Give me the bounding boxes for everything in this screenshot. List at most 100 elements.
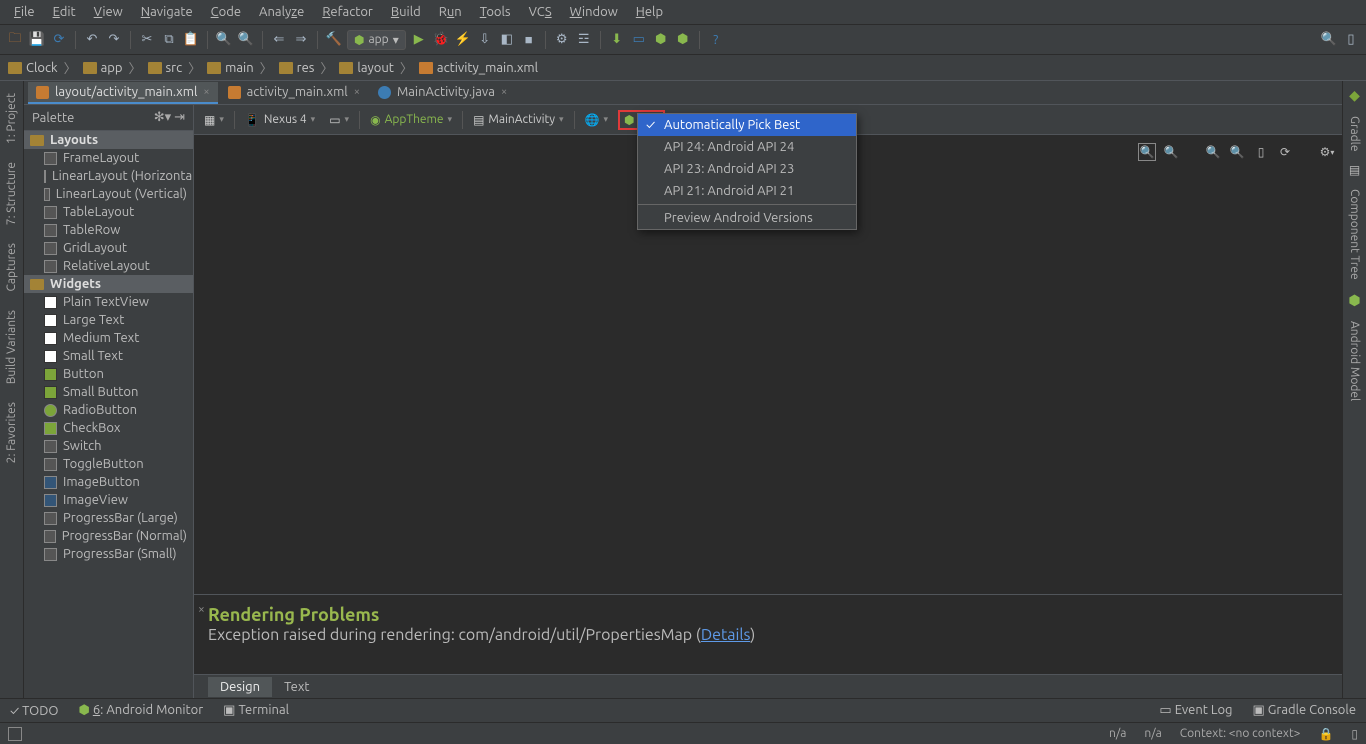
activity-dropdown[interactable]: ▤ MainActivity▾ [469, 111, 568, 129]
menu-analyze[interactable]: Analyze [251, 3, 312, 21]
make-icon[interactable]: 🔨 [325, 31, 343, 49]
help-icon[interactable]: ? [707, 31, 725, 49]
menu-refactor[interactable]: Refactor [314, 3, 381, 21]
search-icon[interactable]: 🔍 [1320, 31, 1338, 49]
palette-item[interactable]: ProgressBar (Large) [24, 509, 193, 527]
close-icon[interactable]: × [203, 86, 209, 98]
api-option-21[interactable]: API 21: Android API 21 [638, 180, 856, 202]
palette-item[interactable]: Plain TextView [24, 293, 193, 311]
back-icon[interactable]: ⇐ [270, 31, 288, 49]
toolwindow-gradle-console[interactable]: ▣ Gradle Console [1253, 703, 1356, 718]
apply-changes-icon[interactable]: ⚡ [454, 31, 472, 49]
lock-icon[interactable]: 🔒 [1318, 727, 1333, 741]
gradle-icon[interactable]: ◆ [1349, 87, 1360, 104]
api-option-23[interactable]: API 23: Android API 23 [638, 158, 856, 180]
menu-build[interactable]: Build [383, 3, 429, 21]
palette-item[interactable]: Small Button [24, 383, 193, 401]
theme-dropdown[interactable]: ◉ AppTheme▾ [366, 111, 456, 129]
api-option-auto[interactable]: Automatically Pick Best [638, 114, 856, 136]
close-icon[interactable]: × [198, 603, 205, 616]
toolwindow-gradle[interactable]: Gradle [1348, 110, 1361, 157]
stop-icon[interactable]: ■ [520, 31, 538, 49]
toolwindow-android-monitor[interactable]: ⬢ 6: Android Monitor [78, 703, 203, 718]
crumb-module[interactable]: app [83, 61, 123, 75]
close-icon[interactable]: × [354, 86, 360, 98]
tab-mainactivity-java[interactable]: MainActivity.java× [370, 82, 515, 104]
run-config-dropdown[interactable]: ⬢app ▾ [347, 30, 406, 50]
copy-icon[interactable]: ⧉ [160, 31, 178, 49]
sdk-manager-icon[interactable]: ⬇ [608, 31, 626, 49]
toolwindow-project[interactable]: 1: Project [5, 87, 18, 150]
palette-item[interactable]: Button [24, 365, 193, 383]
palette-item[interactable]: LinearLayout (Horizontal) [24, 167, 193, 185]
menu-edit[interactable]: Edit [45, 3, 84, 21]
save-icon[interactable]: 💾 [28, 31, 46, 49]
menu-tools[interactable]: Tools [472, 3, 519, 21]
device-dropdown[interactable]: 📱 Nexus 4▾ [241, 111, 319, 129]
toolwindow-build-variants[interactable]: Build Variants [5, 304, 18, 390]
open-icon[interactable]: 🗀 [6, 31, 24, 49]
menu-code[interactable]: Code [203, 3, 249, 21]
android-profiler-icon[interactable]: ⬢ [652, 31, 670, 49]
menu-view[interactable]: View [86, 3, 131, 21]
palette-item[interactable]: Small Text [24, 347, 193, 365]
crumb-project[interactable]: Clock [8, 61, 58, 75]
menu-vcs[interactable]: VCS [521, 3, 560, 21]
status-context[interactable]: Context: <no context> [1180, 727, 1301, 740]
find-icon[interactable]: 🔍 [215, 31, 233, 49]
palette-item[interactable]: ImageButton [24, 473, 193, 491]
crumb-layout[interactable]: layout [339, 61, 393, 75]
palette-item[interactable]: TableLayout [24, 203, 193, 221]
toolwindow-terminal[interactable]: ▣ Terminal [223, 703, 289, 718]
forward-icon[interactable]: ⇒ [292, 31, 310, 49]
android-icon[interactable]: ⬢ [1348, 292, 1360, 309]
cut-icon[interactable]: ✂ [138, 31, 156, 49]
crumb-file[interactable]: activity_main.xml [419, 61, 538, 75]
tab-text[interactable]: Text [272, 677, 321, 697]
undo-icon[interactable]: ↶ [83, 31, 101, 49]
paste-icon[interactable]: 📋 [182, 31, 200, 49]
palette-item[interactable]: FrameLayout [24, 149, 193, 167]
crumb-src[interactable]: src [148, 61, 183, 75]
sync-icon[interactable]: ⟳ [50, 31, 68, 49]
palette-item[interactable]: CheckBox [24, 419, 193, 437]
locale-dropdown[interactable]: 🌐▾ [581, 111, 612, 129]
palette-item[interactable]: RelativeLayout [24, 257, 193, 275]
user-icon[interactable]: ▯ [1342, 31, 1360, 49]
menu-help[interactable]: Help [628, 3, 671, 21]
attach-debugger-icon[interactable]: ⇩ [476, 31, 494, 49]
palette-group-widgets[interactable]: Widgets [24, 275, 193, 293]
run-icon[interactable]: ▶ [410, 31, 428, 49]
palette-item[interactable]: RadioButton [24, 401, 193, 419]
palette-item[interactable]: ProgressBar (Small) [24, 545, 193, 563]
toolwindow-todo[interactable]: ✓ TODO [10, 704, 58, 718]
notifications-icon[interactable]: ▯ [1351, 727, 1358, 741]
toolwindow-android-model[interactable]: Android Model [1348, 315, 1361, 407]
debug-icon[interactable]: 🐞 [432, 31, 450, 49]
toolwindow-toggle-icon[interactable] [8, 727, 22, 741]
toolwindow-structure[interactable]: 7: Structure [5, 156, 18, 231]
menu-run[interactable]: Run [431, 3, 470, 21]
orientation-dropdown[interactable]: ▭▾ [325, 111, 353, 129]
toolwindow-component-tree[interactable]: Component Tree [1348, 183, 1361, 286]
replace-icon[interactable]: 🔍 [237, 31, 255, 49]
avd-manager-icon[interactable]: ▭ [630, 31, 648, 49]
toolwindow-captures[interactable]: Captures [5, 237, 18, 298]
menu-file[interactable]: File [6, 3, 43, 21]
menu-window[interactable]: Window [562, 3, 626, 21]
hide-icon[interactable]: ⇥ [174, 110, 185, 124]
details-link[interactable]: Details [701, 626, 750, 644]
palette-item[interactable]: Medium Text [24, 329, 193, 347]
api-preview-versions[interactable]: Preview Android Versions [638, 207, 856, 229]
palette-item[interactable]: LinearLayout (Vertical) [24, 185, 193, 203]
palette-item[interactable]: TableRow [24, 221, 193, 239]
profile-icon[interactable]: ◧ [498, 31, 516, 49]
redo-icon[interactable]: ↷ [105, 31, 123, 49]
palette-item[interactable]: ImageView [24, 491, 193, 509]
palette-item[interactable]: ProgressBar (Normal) [24, 527, 193, 545]
api-option-24[interactable]: API 24: Android API 24 [638, 136, 856, 158]
android-icon[interactable]: ⬢ [674, 31, 692, 49]
palette-item[interactable]: ToggleButton [24, 455, 193, 473]
menu-navigate[interactable]: Navigate [133, 3, 201, 21]
component-tree-icon[interactable]: ▤ [1349, 163, 1360, 177]
